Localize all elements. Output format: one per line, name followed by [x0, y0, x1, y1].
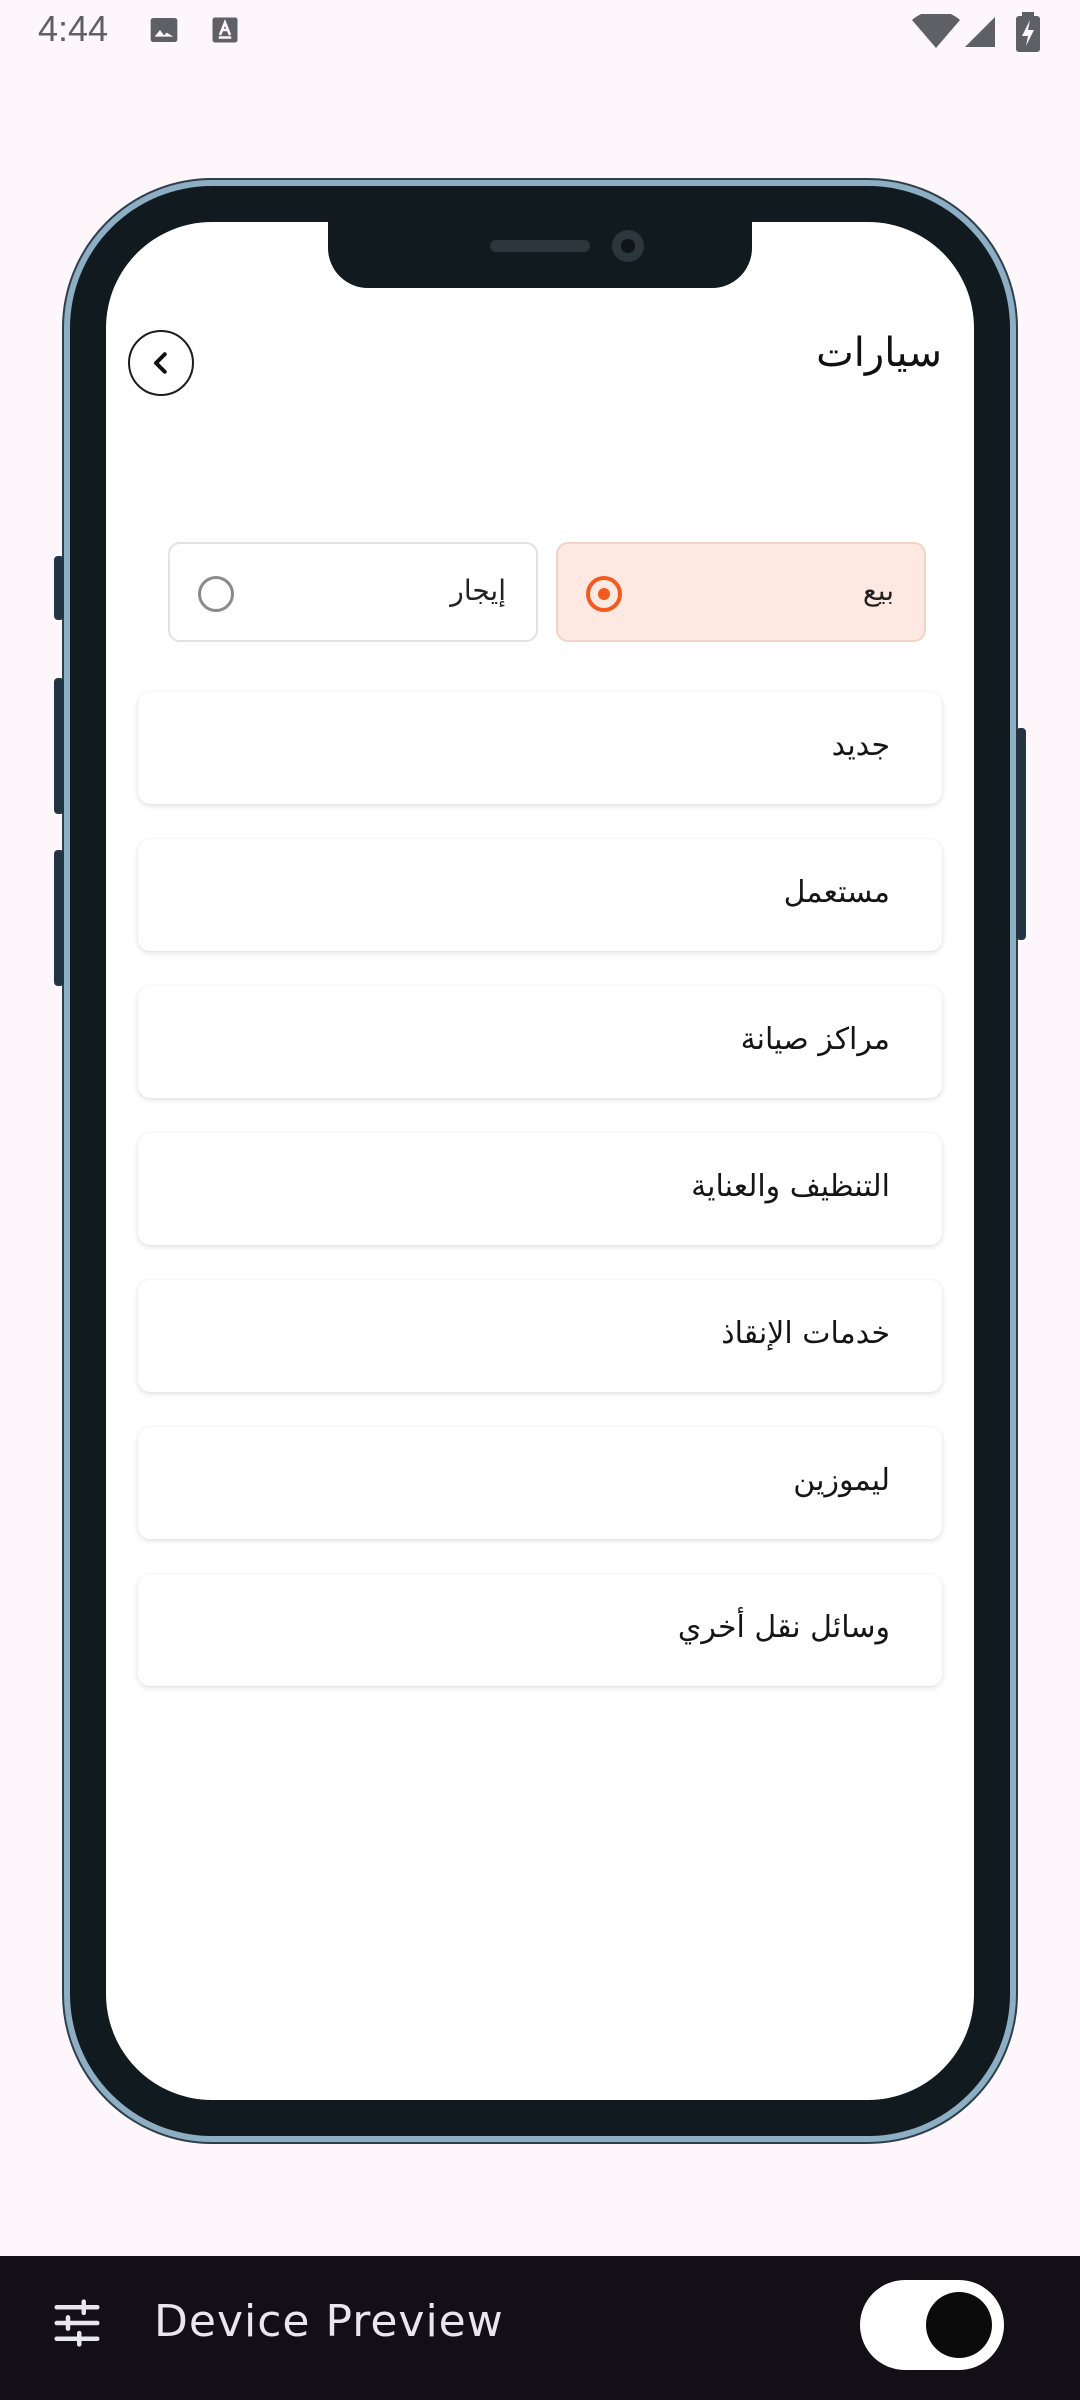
list-item-label: وسائل نقل أخري	[677, 1610, 890, 1645]
option-sale-label: بيع	[862, 574, 894, 607]
volume-down-button	[54, 850, 64, 986]
category-limousine[interactable]: ليموزين	[138, 1427, 942, 1539]
image-icon	[150, 18, 178, 42]
category-cleaning-care[interactable]: التنظيف والعناية	[138, 1133, 942, 1245]
volume-up-button	[54, 678, 64, 814]
device-preview-title: Device Preview	[154, 2296, 504, 2347]
option-sale[interactable]: بيع	[556, 542, 926, 642]
signal-icon	[965, 17, 995, 47]
device-preview-toggle[interactable]	[860, 2280, 1004, 2370]
list-item-label: مستعمل	[783, 875, 890, 910]
radio-unselected-icon[interactable]	[198, 576, 234, 612]
category-rescue-services[interactable]: خدمات الإنقاذ	[138, 1280, 942, 1392]
mute-switch	[54, 556, 64, 620]
category-used[interactable]: مستعمل	[138, 839, 942, 951]
camera	[612, 230, 644, 262]
battery-charging-icon	[1016, 12, 1040, 52]
radio-selected-icon[interactable]	[586, 576, 622, 612]
toggle-knob	[926, 2292, 992, 2358]
option-rent[interactable]: إيجار	[168, 542, 538, 642]
power-button	[1016, 728, 1026, 940]
wifi-icon	[912, 14, 960, 48]
back-button[interactable]	[128, 330, 194, 396]
chevron-left-icon	[154, 352, 167, 374]
category-maintenance-centers[interactable]: مراكز صيانة	[138, 986, 942, 1098]
notch	[328, 222, 752, 288]
list-item-label: جديد	[831, 728, 890, 763]
status-time: 4:44	[38, 8, 109, 49]
option-rent-label: إيجار	[450, 574, 506, 607]
list-item-label: ليموزين	[793, 1463, 890, 1498]
list-item-label: خدمات الإنقاذ	[721, 1316, 890, 1351]
text-a-icon	[212, 17, 238, 43]
list-item-label: مراكز صيانة	[740, 1022, 890, 1057]
category-new[interactable]: جديد	[138, 692, 942, 804]
status-bar: 4:44	[0, 0, 1080, 66]
category-other-transport[interactable]: وسائل نقل أخري	[138, 1574, 942, 1686]
list-item-label: التنظيف والعناية	[691, 1169, 890, 1204]
sheet-edge	[0, 2200, 1080, 2256]
sliders-icon[interactable]	[50, 2296, 104, 2350]
speaker	[490, 240, 590, 252]
page-title: سيارات	[816, 330, 942, 376]
